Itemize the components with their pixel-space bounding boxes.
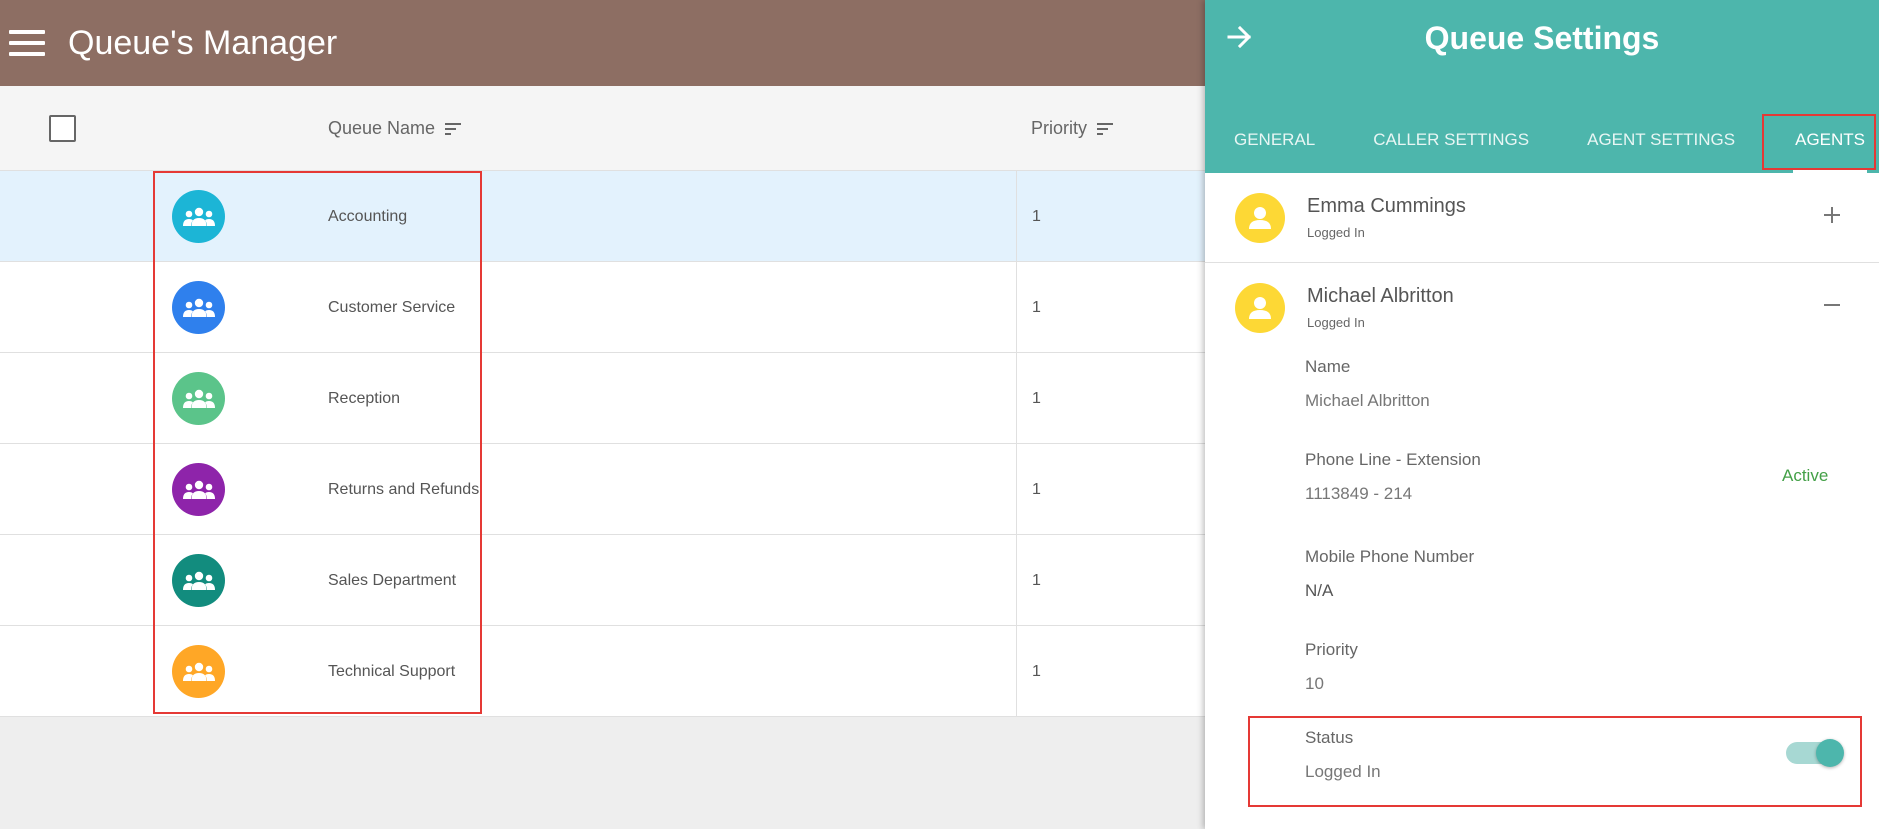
tab-caller-settings[interactable]: CALLER SETTINGS [1373, 106, 1529, 173]
app-title: Queue's Manager [68, 23, 338, 62]
detail-phone-label: Phone Line - Extension [1305, 450, 1481, 469]
table-row[interactable]: Reception 1 [0, 353, 1205, 444]
detail-status-label: Status [1305, 728, 1354, 747]
column-divider [1016, 171, 1017, 262]
detail-status-value: Logged In [1305, 762, 1381, 781]
group-icon [172, 554, 225, 607]
column-header-priority[interactable]: Priority [1031, 86, 1114, 171]
queue-name-cell: Sales Department [328, 571, 457, 589]
table-row[interactable]: Technical Support 1 [0, 626, 1205, 717]
plus-icon[interactable] [1821, 204, 1843, 226]
app-bar: Queue's Manager [0, 0, 1205, 86]
detail-name: Name Michael Albritton [1305, 357, 1430, 411]
select-all-checkbox[interactable] [49, 115, 76, 142]
detail-priority: Priority 10 [1305, 640, 1358, 694]
table-row[interactable]: Accounting 1 [0, 171, 1205, 262]
column-divider [1016, 262, 1017, 353]
column-header-queue-name-label: Queue Name [328, 118, 436, 138]
table-header: Queue Name Priority [0, 86, 1205, 171]
settings-tabs: GENERAL CALLER SETTINGS AGENT SETTINGS A… [1205, 106, 1879, 173]
detail-phone-value: 1113849 - 214 [1305, 484, 1413, 503]
detail-priority-label: Priority [1305, 640, 1358, 659]
phone-line-active-status: Active [1782, 466, 1829, 485]
priority-cell: 1 [1032, 389, 1041, 407]
tab-general[interactable]: GENERAL [1234, 106, 1315, 173]
priority-cell: 1 [1032, 662, 1041, 680]
priority-cell: 1 [1032, 207, 1041, 225]
group-icon [172, 372, 225, 425]
column-divider [1016, 353, 1017, 444]
agent-row-emma-cummings[interactable]: Emma Cummings Logged In [1205, 173, 1879, 263]
person-icon [1235, 283, 1285, 333]
table-row[interactable]: Returns and Refunds 1 [0, 444, 1205, 535]
queue-settings-panel: Queue Settings GENERAL CALLER SETTINGS A… [1205, 0, 1879, 829]
agent-status: Logged In [1307, 225, 1365, 240]
column-divider [1016, 626, 1017, 717]
group-icon [172, 645, 225, 698]
agent-name: Michael Albritton [1307, 285, 1454, 307]
table-row[interactable]: Sales Department 1 [0, 535, 1205, 626]
detail-mobile-phone: Mobile Phone Number N/A [1305, 547, 1474, 601]
column-header-queue-name[interactable]: Queue Name [328, 86, 462, 171]
priority-cell: 1 [1032, 298, 1041, 316]
sort-icon[interactable] [445, 122, 462, 135]
panel-header: Queue Settings GENERAL CALLER SETTINGS A… [1205, 0, 1879, 173]
detail-name-label: Name [1305, 357, 1351, 376]
queue-name-cell: Technical Support [328, 662, 456, 680]
group-icon [172, 463, 225, 516]
column-header-priority-label: Priority [1031, 118, 1088, 138]
status-toggle[interactable] [1786, 739, 1844, 767]
detail-phone-line: Phone Line - Extension 1113849 - 214 [1305, 450, 1481, 504]
priority-cell: 1 [1032, 480, 1041, 498]
person-icon [1235, 193, 1285, 243]
queue-name-cell: Returns and Refunds [328, 480, 480, 498]
column-divider [1016, 535, 1017, 626]
panel-title: Queue Settings [1424, 20, 1660, 56]
sort-icon[interactable] [1097, 122, 1114, 135]
priority-cell: 1 [1032, 571, 1041, 589]
agent-row-michael-albritton[interactable]: Michael Albritton Logged In [1205, 263, 1879, 353]
detail-name-value: Michael Albritton [1305, 391, 1430, 410]
minus-icon[interactable] [1821, 294, 1843, 316]
tab-agent-settings[interactable]: AGENT SETTINGS [1587, 106, 1735, 173]
detail-mobile-label: Mobile Phone Number [1305, 547, 1475, 566]
agent-name: Emma Cummings [1307, 195, 1466, 217]
agent-status: Logged In [1307, 315, 1365, 330]
detail-priority-value: 10 [1305, 674, 1324, 693]
menu-icon[interactable] [9, 30, 45, 56]
queue-name-cell: Accounting [328, 207, 408, 225]
detail-mobile-value: N/A [1305, 581, 1334, 600]
detail-status: Status Logged In [1305, 728, 1381, 782]
column-divider [1016, 444, 1017, 535]
table-row[interactable]: Customer Service 1 [0, 262, 1205, 353]
group-icon [172, 281, 225, 334]
status-toggle-knob[interactable] [1816, 739, 1844, 767]
queue-table: Queue Name Priority Accounting 1 Custome… [0, 86, 1205, 717]
queue-name-cell: Reception [328, 389, 401, 407]
tab-agents[interactable]: AGENTS [1793, 106, 1867, 173]
queue-name-cell: Customer Service [328, 298, 456, 316]
group-icon [172, 190, 225, 243]
